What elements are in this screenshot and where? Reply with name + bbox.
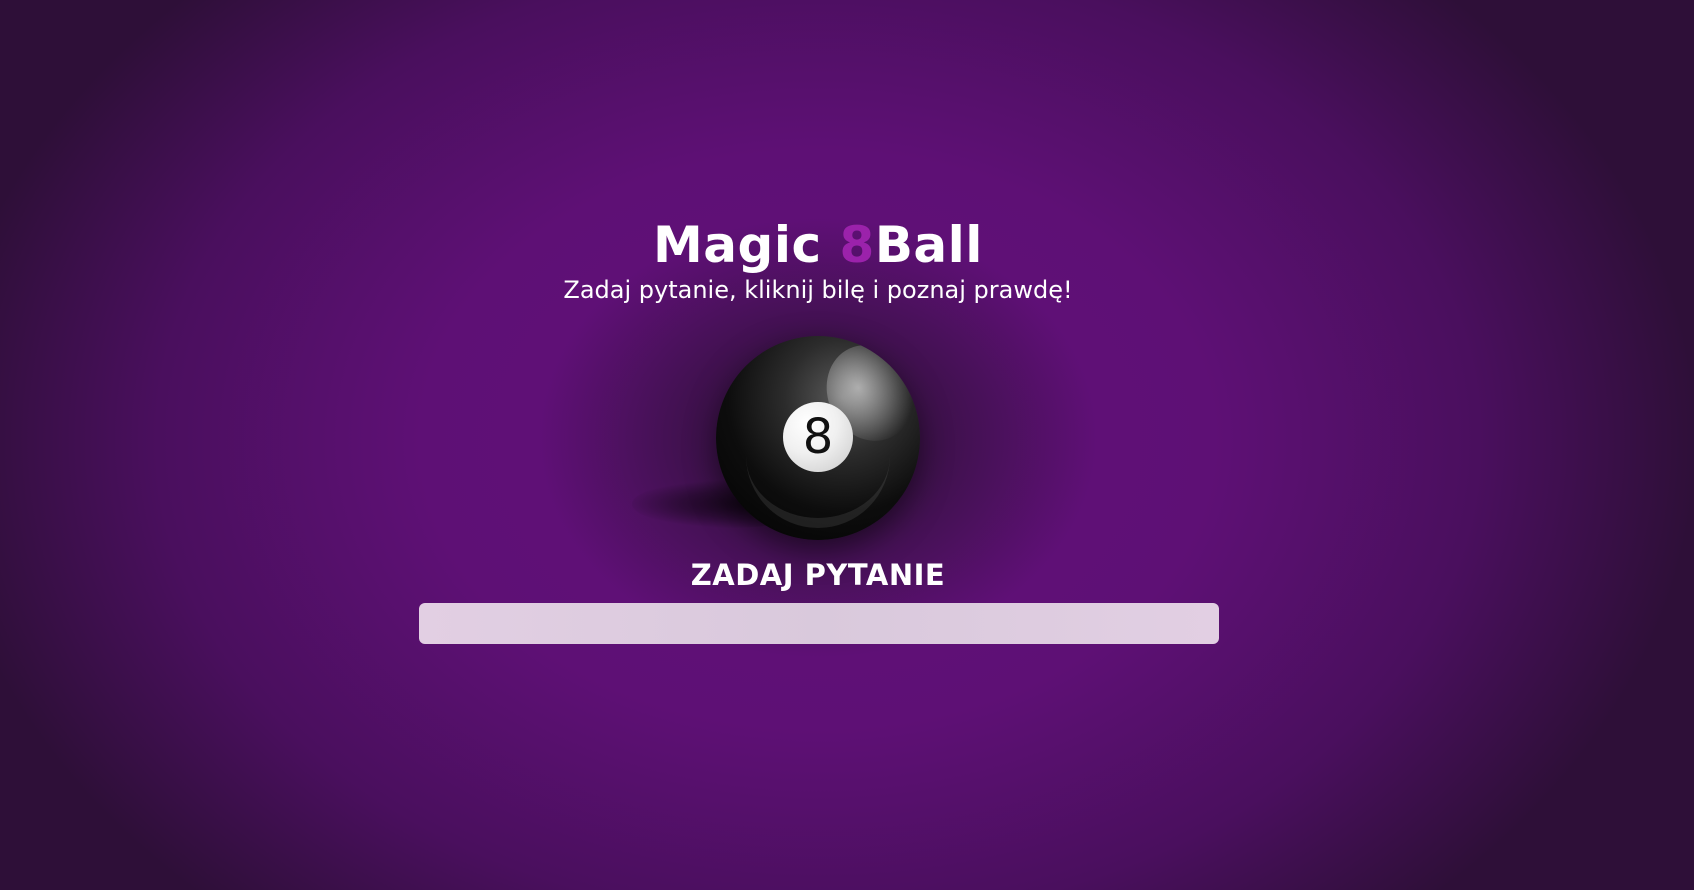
page-subtitle: Zadaj pytanie, kliknij bilę i poznaj pra… — [563, 276, 1073, 304]
page-title: Magic 8Ball — [0, 212, 1636, 278]
question-input[interactable] — [419, 603, 1219, 644]
page: Magic 8Ball Zadaj pytanie, kliknij bilę … — [0, 0, 1694, 890]
title-accent-eight: 8 — [839, 216, 875, 274]
eight-ball-container: 8 — [620, 330, 940, 550]
title-suffix: Ball — [874, 216, 983, 274]
ball-number-window: 8 — [783, 402, 853, 472]
eight-ball-button[interactable]: 8 — [716, 336, 920, 540]
title-prefix: Magic — [653, 216, 840, 274]
question-label: ZADAJ PYTANIE — [690, 558, 946, 592]
